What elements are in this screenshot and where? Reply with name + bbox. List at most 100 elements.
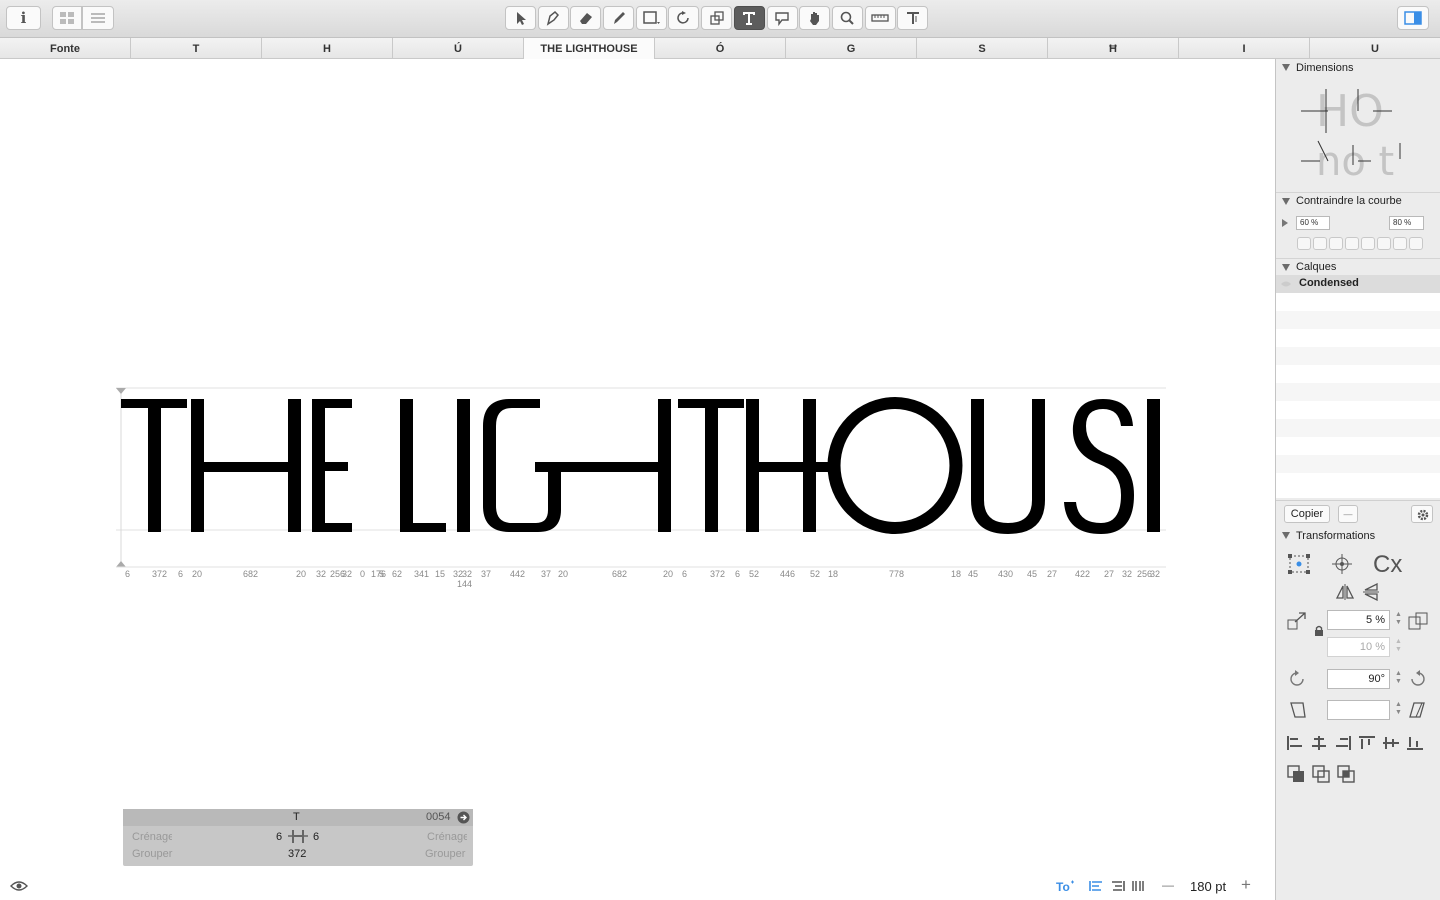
glyph-info-code: 0054 bbox=[426, 811, 451, 823]
dimensions-section-header[interactable]: Dimensions bbox=[1276, 59, 1440, 76]
curve-preset-button[interactable] bbox=[1361, 237, 1375, 250]
align-left-icon[interactable] bbox=[1089, 880, 1103, 892]
scale-apply-icon[interactable] bbox=[1408, 612, 1428, 630]
curve-right-field[interactable]: 80 % bbox=[1389, 216, 1424, 230]
list-view-button[interactable] bbox=[82, 6, 114, 30]
curve-preset-button[interactable] bbox=[1409, 237, 1423, 250]
align-top-edge-icon[interactable] bbox=[1358, 735, 1376, 751]
preview-eye-icon[interactable] bbox=[10, 880, 28, 892]
baseline-marker-icon[interactable] bbox=[116, 561, 126, 567]
increase-size-button[interactable]: + bbox=[1241, 875, 1251, 895]
tab-fonte[interactable]: Fonte bbox=[0, 38, 131, 59]
tab-text-preview[interactable]: THE LIGHTHOUSE bbox=[524, 38, 655, 59]
slant-right-icon[interactable] bbox=[1408, 701, 1426, 719]
align-vertical-center-icon[interactable] bbox=[1382, 735, 1400, 751]
pen-tool-icon bbox=[546, 10, 560, 26]
curve-section-header[interactable]: Contraindre la courbe bbox=[1276, 192, 1440, 209]
pencil-tool[interactable] bbox=[603, 6, 635, 30]
tab-glyph-o-acute[interactable]: Ó bbox=[655, 38, 786, 59]
decrease-size-button[interactable]: — bbox=[1162, 878, 1174, 892]
rotate-ccw-icon[interactable] bbox=[1289, 670, 1307, 688]
scale-x-stepper[interactable]: ▲ ▼ bbox=[1394, 611, 1403, 629]
text-options-icon[interactable]: To bbox=[1055, 879, 1075, 893]
hand-tool[interactable] bbox=[799, 6, 831, 30]
align-horizontal-center-icon[interactable] bbox=[1310, 735, 1328, 751]
scale-y-field[interactable]: 10 % bbox=[1327, 637, 1390, 657]
union-icon[interactable] bbox=[1287, 765, 1305, 783]
dimensions-guides bbox=[1301, 89, 1401, 165]
align-right-edge-icon[interactable] bbox=[1334, 735, 1352, 751]
slant-stepper[interactable]: ▲ ▼ bbox=[1394, 701, 1403, 719]
measure-tool[interactable] bbox=[897, 6, 929, 30]
info-button[interactable]: i bbox=[6, 6, 41, 30]
layers-section-header[interactable]: Calques bbox=[1276, 258, 1440, 275]
curve-preset-button[interactable] bbox=[1313, 237, 1327, 250]
ruler-tool[interactable] bbox=[864, 6, 896, 30]
sidebearing-value: 144 bbox=[457, 579, 473, 589]
tab-glyph-u-acute[interactable]: Ú bbox=[393, 38, 524, 59]
sidebearing-value: 32 bbox=[342, 569, 353, 579]
curve-preset-button[interactable] bbox=[1297, 237, 1311, 250]
left-sidebearing-value[interactable]: 6 bbox=[276, 831, 282, 843]
vertical-text-icon[interactable] bbox=[1131, 880, 1145, 892]
rectangle-tool[interactable] bbox=[635, 6, 667, 30]
rotate-cw-icon[interactable] bbox=[1408, 670, 1426, 688]
curve-left-field[interactable]: 60 % bbox=[1296, 216, 1330, 230]
bounding-box-origin-icon[interactable] bbox=[1287, 553, 1311, 575]
rotate-stepper[interactable]: ▲ ▼ bbox=[1394, 670, 1403, 688]
advance-width-value[interactable]: 372 bbox=[288, 848, 306, 860]
right-sidebearing-value[interactable]: 6 bbox=[313, 831, 319, 843]
slant-field[interactable] bbox=[1327, 700, 1390, 720]
tab-glyph-i[interactable]: I bbox=[1179, 38, 1310, 59]
layer-settings-button[interactable] bbox=[1411, 505, 1433, 523]
layer-eye-icon[interactable] bbox=[1280, 280, 1292, 288]
sidebearing-value: 32 bbox=[462, 569, 473, 579]
center-origin-icon[interactable] bbox=[1330, 553, 1354, 575]
scale-y-stepper[interactable]: ▲ ▼ bbox=[1394, 638, 1403, 656]
scale-tool[interactable] bbox=[701, 6, 733, 30]
intersect-icon[interactable] bbox=[1337, 765, 1355, 783]
hand-tool-icon bbox=[809, 12, 819, 25]
remove-layer-button[interactable]: — bbox=[1338, 505, 1358, 523]
text-tool[interactable] bbox=[733, 6, 765, 30]
curve-preset-button[interactable] bbox=[1377, 237, 1391, 250]
flip-horizontal-icon[interactable] bbox=[1336, 583, 1354, 601]
rotate-tool[interactable] bbox=[668, 6, 700, 30]
annotation-tool[interactable] bbox=[766, 6, 798, 30]
layer-row-condensed[interactable]: Condensed bbox=[1276, 275, 1440, 293]
grid-view-button[interactable] bbox=[52, 6, 82, 30]
tab-glyph-t[interactable]: T bbox=[131, 38, 262, 59]
tab-glyph-u[interactable]: U bbox=[1310, 38, 1440, 59]
curve-preset-button[interactable] bbox=[1393, 237, 1407, 250]
subtract-icon[interactable] bbox=[1312, 765, 1330, 783]
dimensions-preview[interactable]: HO no t bbox=[1298, 83, 1418, 183]
tab-glyph-s[interactable]: S bbox=[917, 38, 1048, 59]
edit-canvas[interactable]: 6 372 6 20 682 20 32 256 32 0 176 5 62 341 15 32 32 37 442… bbox=[0, 59, 1275, 900]
scale-x-field[interactable]: 5 % bbox=[1327, 610, 1390, 630]
curve-preset-button[interactable] bbox=[1329, 237, 1343, 250]
slant-left-icon[interactable] bbox=[1289, 701, 1307, 719]
flip-vertical-icon[interactable] bbox=[1362, 583, 1380, 601]
lock-icon[interactable] bbox=[1313, 625, 1325, 637]
select-tool[interactable] bbox=[505, 6, 536, 30]
tab-glyph-h[interactable]: H bbox=[262, 38, 393, 59]
align-left-edge-icon[interactable] bbox=[1286, 735, 1304, 751]
font-size-value[interactable]: 180 pt bbox=[1190, 879, 1226, 894]
zoom-tool[interactable] bbox=[831, 6, 863, 30]
cx-origin-button[interactable]: Cx bbox=[1373, 551, 1402, 579]
disclosure-triangle-icon bbox=[1282, 64, 1290, 71]
go-to-glyph-icon[interactable] bbox=[457, 811, 470, 824]
expand-triangle-icon[interactable] bbox=[1281, 218, 1289, 228]
sidebar-toggle-button[interactable] bbox=[1397, 6, 1429, 30]
copy-layer-button[interactable]: Copier bbox=[1284, 505, 1330, 523]
pen-tool[interactable] bbox=[537, 6, 569, 30]
tab-glyph-h-stroke[interactable]: Ħ bbox=[1048, 38, 1179, 59]
rotate-field[interactable]: 90° bbox=[1327, 669, 1390, 689]
align-bottom-edge-icon[interactable] bbox=[1406, 735, 1424, 751]
tab-glyph-g[interactable]: G bbox=[786, 38, 917, 59]
transforms-section-header[interactable]: Transformations bbox=[1276, 527, 1440, 544]
align-right-icon[interactable] bbox=[1111, 880, 1125, 892]
curve-preset-button[interactable] bbox=[1345, 237, 1359, 250]
eraser-tool[interactable] bbox=[570, 6, 602, 30]
glyph-preview[interactable] bbox=[116, 382, 1176, 552]
